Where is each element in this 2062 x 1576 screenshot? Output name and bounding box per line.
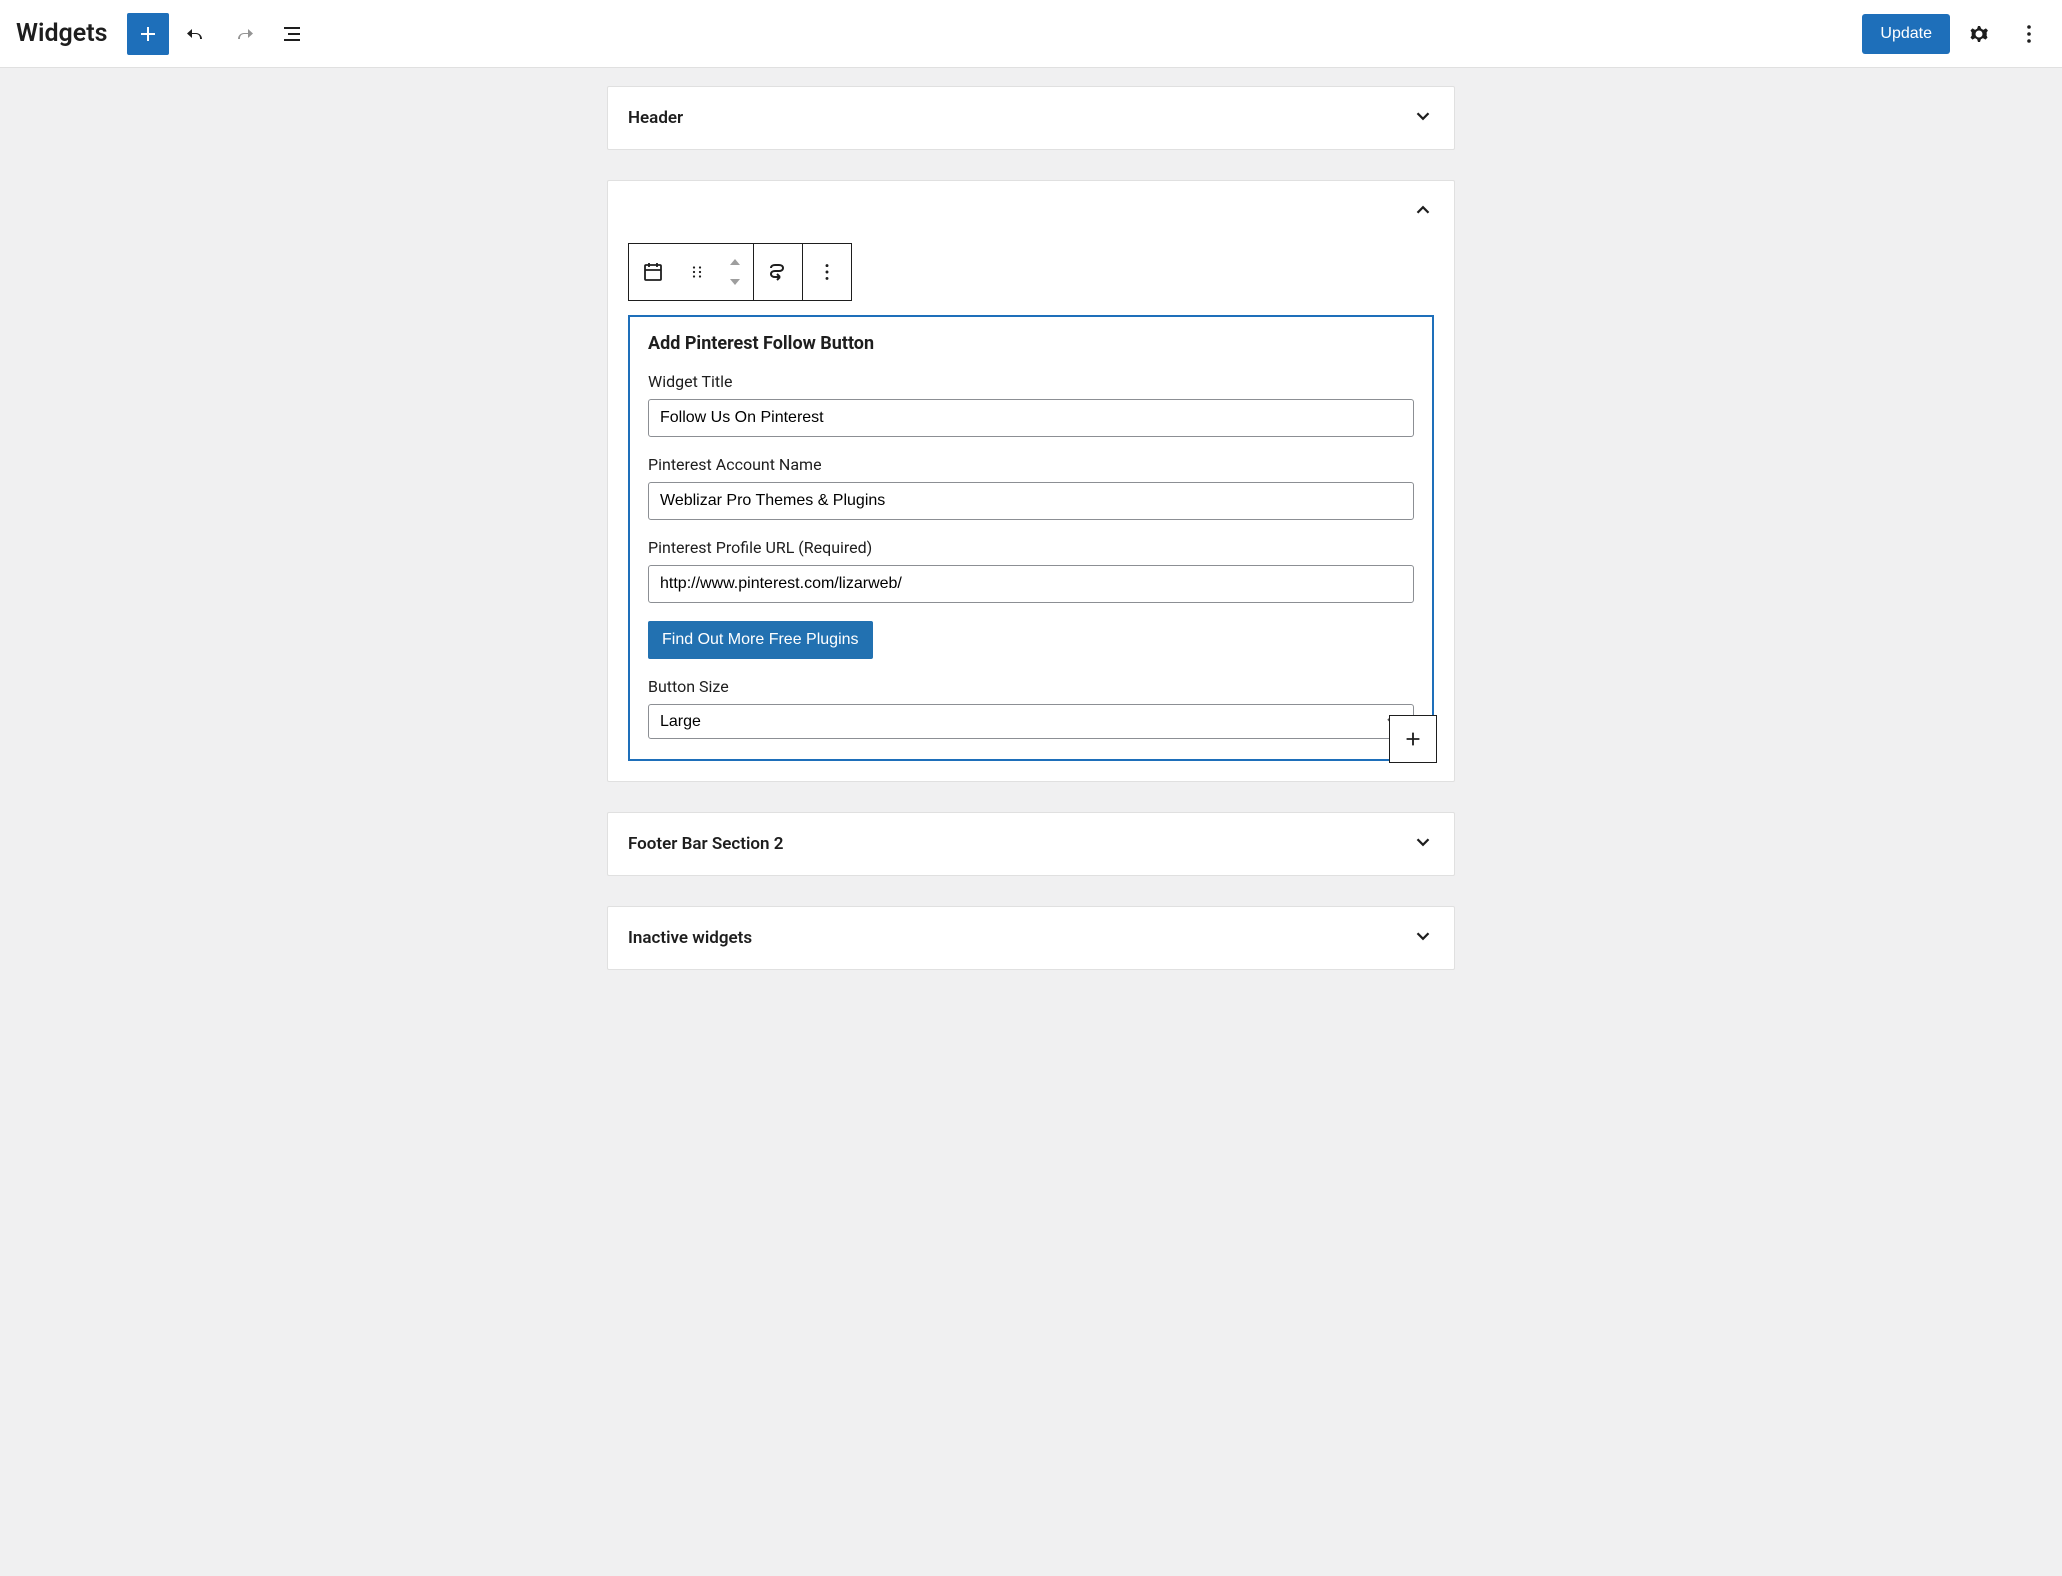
more-plugins-button[interactable]: Find Out More Free Plugins <box>648 621 873 659</box>
move-to-button[interactable] <box>754 244 802 300</box>
chevron-up-icon <box>728 257 742 267</box>
drag-icon <box>688 263 706 281</box>
plus-icon <box>1402 728 1424 750</box>
button-size-select[interactable]: Large <box>648 704 1414 739</box>
add-block-inline-button[interactable] <box>1389 715 1437 763</box>
calendar-icon <box>641 260 665 284</box>
area-title: Inactive widgets <box>628 928 752 948</box>
widget-area-inactive: Inactive widgets <box>607 906 1455 970</box>
move-down-button[interactable] <box>717 272 753 292</box>
chevron-down-icon <box>1412 105 1434 131</box>
kebab-icon <box>2017 22 2041 46</box>
widget-area-header: Header <box>607 86 1455 150</box>
account-name-label: Pinterest Account Name <box>648 455 1414 474</box>
area-header-toggle[interactable]: Footer Bar Section 2 <box>608 813 1454 875</box>
widget-title-label: Widget Title <box>648 372 1414 391</box>
undo-button[interactable] <box>175 13 217 55</box>
redo-button[interactable] <box>223 13 265 55</box>
widget-area-footer2: Footer Bar Section 2 <box>607 812 1455 876</box>
redo-icon <box>232 22 256 46</box>
widget-title-input[interactable] <box>648 399 1414 437</box>
widget-area-active: Add Pinterest Follow Button Widget Title… <box>607 180 1455 782</box>
area-header-toggle[interactable] <box>608 181 1454 243</box>
list-view-button[interactable] <box>271 13 313 55</box>
chevron-down-icon <box>1412 925 1434 951</box>
area-title: Footer Bar Section 2 <box>628 834 783 854</box>
area-header-toggle[interactable]: Header <box>608 87 1454 149</box>
area-header-toggle[interactable]: Inactive widgets <box>608 907 1454 969</box>
area-title: Header <box>628 108 683 128</box>
pinterest-follow-widget-block: Add Pinterest Follow Button Widget Title… <box>628 315 1434 761</box>
update-button[interactable]: Update <box>1862 14 1950 54</box>
profile-url-label: Pinterest Profile URL (Required) <box>648 538 1414 557</box>
list-view-icon <box>280 22 304 46</box>
gear-icon <box>1967 22 1991 46</box>
block-type-button[interactable] <box>629 244 677 300</box>
page-title: Widgets <box>16 19 107 48</box>
chevron-up-icon <box>1412 199 1434 225</box>
chevron-down-icon <box>1412 831 1434 857</box>
drag-handle-button[interactable] <box>677 244 717 300</box>
block-title: Add Pinterest Follow Button <box>648 333 1414 354</box>
move-to-icon <box>766 260 790 284</box>
settings-button[interactable] <box>1958 13 2000 55</box>
undo-icon <box>184 22 208 46</box>
plus-icon <box>136 22 160 46</box>
block-options-button[interactable] <box>803 244 851 300</box>
block-toolbar <box>628 243 852 301</box>
profile-url-input[interactable] <box>648 565 1414 603</box>
account-name-input[interactable] <box>648 482 1414 520</box>
chevron-down-icon <box>728 277 742 287</box>
options-button[interactable] <box>2008 13 2050 55</box>
kebab-icon <box>816 261 838 283</box>
button-size-label: Button Size <box>648 677 1414 696</box>
add-block-button[interactable] <box>127 13 169 55</box>
move-up-button[interactable] <box>717 252 753 272</box>
